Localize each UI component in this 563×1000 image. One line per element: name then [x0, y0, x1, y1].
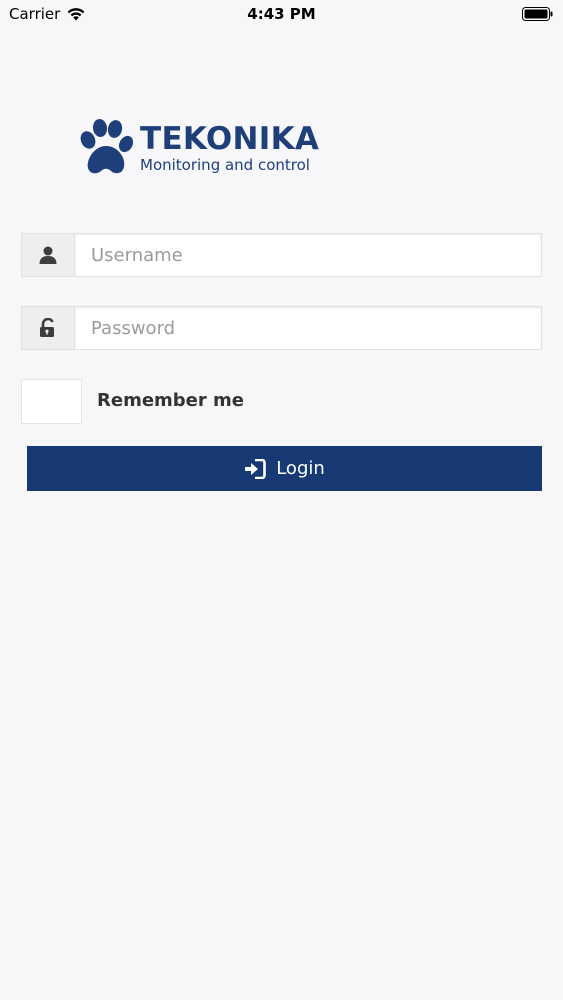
login-button[interactable]: Login	[27, 446, 542, 491]
username-addon	[22, 234, 75, 276]
sign-in-icon	[245, 458, 267, 479]
user-icon	[39, 246, 57, 264]
remember-me-checkbox[interactable]	[21, 379, 82, 424]
username-input[interactable]	[75, 234, 541, 276]
username-group	[21, 233, 542, 277]
remember-me-label[interactable]: Remember me	[97, 390, 244, 411]
password-group	[21, 306, 542, 350]
app-logo: TEKONIKA Monitoring and control	[78, 118, 319, 178]
logo-title: TEKONIKA	[140, 120, 320, 157]
password-input[interactable]	[75, 307, 541, 349]
login-button-label: Login	[276, 458, 325, 479]
logo-text: TEKONIKA Monitoring and control	[140, 120, 320, 174]
battery-icon	[522, 7, 553, 21]
status-time: 4:43 PM	[247, 5, 316, 23]
logo-subtitle: Monitoring and control	[140, 155, 310, 174]
password-addon	[22, 307, 75, 349]
paw-icon	[80, 119, 134, 174]
lock-icon	[40, 318, 54, 337]
status-bar: Carrier 4:43 PM	[0, 0, 563, 30]
